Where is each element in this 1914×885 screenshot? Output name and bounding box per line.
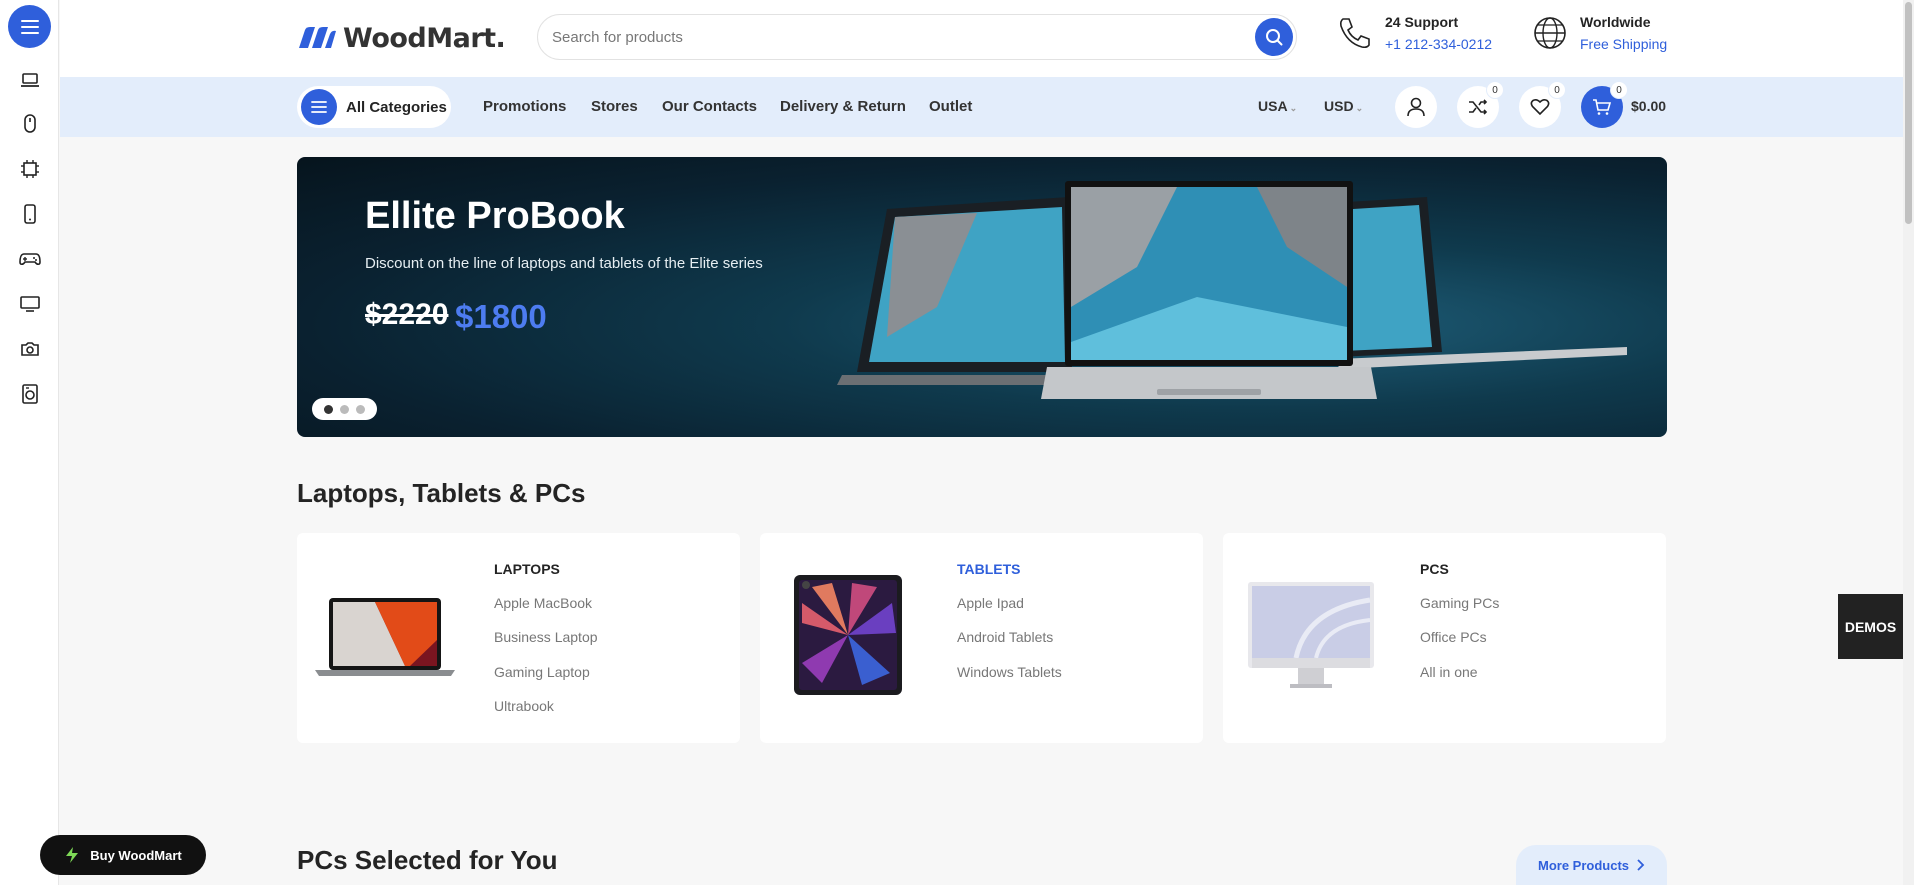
heart-icon bbox=[1530, 98, 1550, 116]
nav-link-delivery[interactable]: Delivery & Return bbox=[780, 98, 906, 115]
chevron-down-icon: ⌄ bbox=[1289, 103, 1298, 113]
shipping-title: Worldwide bbox=[1580, 14, 1651, 30]
nav-link-contacts[interactable]: Our Contacts bbox=[662, 98, 757, 115]
logo-text: WoodMart. bbox=[343, 22, 506, 54]
mouse-icon[interactable] bbox=[19, 113, 41, 135]
card-link[interactable]: Apple Ipad bbox=[957, 595, 1024, 611]
logo[interactable]: WoodMart. bbox=[297, 20, 506, 56]
card-title[interactable]: LAPTOPS bbox=[494, 561, 560, 577]
category-card-tablets[interactable]: TABLETS Apple Ipad Android Tablets Windo… bbox=[760, 533, 1203, 743]
user-icon bbox=[1407, 97, 1425, 117]
hero-banner[interactable]: Ellite ProBook Discount on the line of l… bbox=[297, 157, 1667, 437]
currency-value: USD bbox=[1324, 98, 1354, 114]
card-title[interactable]: TABLETS bbox=[957, 561, 1021, 577]
demos-button[interactable]: DEMOS bbox=[1838, 594, 1903, 659]
scrollbar[interactable] bbox=[1903, 0, 1914, 885]
chevron-down-icon: ⌄ bbox=[1355, 103, 1364, 113]
menu-icon[interactable] bbox=[8, 5, 51, 48]
hero-old-price: $2220 bbox=[365, 298, 449, 331]
search-input[interactable] bbox=[552, 15, 1202, 59]
card-link[interactable]: Business Laptop bbox=[494, 629, 598, 645]
washer-icon[interactable] bbox=[19, 383, 41, 405]
slider-dot[interactable] bbox=[324, 404, 333, 414]
country-value: USA bbox=[1258, 98, 1288, 114]
scrollbar-thumb[interactable] bbox=[1905, 2, 1912, 224]
more-products-label: More Products bbox=[1537, 857, 1629, 873]
shipping-info[interactable]: Worldwide Free Shipping bbox=[1532, 14, 1667, 52]
all-categories-button[interactable]: All Categories bbox=[297, 86, 451, 128]
category-card-laptops[interactable]: LAPTOPS Apple MacBook Business Laptop Ga… bbox=[297, 533, 740, 743]
card-link[interactable]: Windows Tablets bbox=[957, 664, 1062, 680]
menu-icon bbox=[301, 89, 337, 125]
card-link[interactable]: Gaming PCs bbox=[1420, 595, 1499, 611]
slider-pagination bbox=[312, 398, 377, 420]
gamepad-icon[interactable] bbox=[19, 248, 41, 270]
card-link[interactable]: Apple MacBook bbox=[494, 595, 592, 611]
search-icon bbox=[1266, 29, 1283, 46]
shuffle-icon bbox=[1469, 99, 1488, 115]
compare-count: 0 bbox=[1487, 82, 1503, 98]
phone-icon[interactable] bbox=[19, 203, 41, 225]
card-title[interactable]: PCS bbox=[1420, 561, 1449, 577]
cart-count: 0 bbox=[1611, 82, 1627, 98]
shipping-sub[interactable]: Free Shipping bbox=[1580, 36, 1667, 52]
wishlist-count: 0 bbox=[1549, 82, 1565, 98]
wishlist-button[interactable]: 0 bbox=[1519, 82, 1565, 128]
laptop-icon[interactable] bbox=[19, 69, 41, 91]
country-select[interactable]: USA ⌄ bbox=[1258, 98, 1297, 114]
logo-mark-icon bbox=[299, 27, 336, 48]
buy-woodmart-button[interactable]: Buy WoodMart bbox=[40, 835, 206, 875]
hero-title: Ellite ProBook bbox=[365, 195, 625, 237]
support-phone[interactable]: +1 212-334-0212 bbox=[1385, 36, 1492, 52]
cart-icon bbox=[1593, 99, 1612, 115]
bolt-icon bbox=[66, 847, 79, 863]
buy-woodmart-label: Buy WoodMart bbox=[90, 847, 182, 863]
chevron-right-icon bbox=[1637, 859, 1645, 871]
card-link[interactable]: Gaming Laptop bbox=[494, 664, 590, 680]
all-categories-label: All Categories bbox=[346, 98, 447, 116]
tablet-image bbox=[778, 565, 918, 705]
card-link[interactable]: Android Tablets bbox=[957, 629, 1053, 645]
desktop-pc-image bbox=[1241, 565, 1381, 705]
currency-select[interactable]: USD ⌄ bbox=[1324, 98, 1363, 114]
hero-new-price: $1800 bbox=[455, 298, 547, 335]
card-link[interactable]: Office PCs bbox=[1420, 629, 1487, 645]
card-link[interactable]: All in one bbox=[1420, 664, 1478, 680]
more-products-button[interactable]: More Products bbox=[1516, 845, 1667, 885]
selected-section-title: PCs Selected for You bbox=[297, 845, 558, 875]
camera-icon[interactable] bbox=[19, 338, 41, 360]
phone-support-icon bbox=[1339, 18, 1370, 49]
category-card-pcs[interactable]: PCS Gaming PCs Office PCs All in one bbox=[1223, 533, 1666, 743]
cpu-icon[interactable] bbox=[19, 158, 41, 180]
nav-link-promotions[interactable]: Promotions bbox=[483, 98, 566, 115]
category-rail bbox=[0, 0, 59, 885]
card-link[interactable]: Ultrabook bbox=[494, 698, 554, 714]
laptop-image bbox=[315, 565, 455, 705]
search-bar bbox=[537, 14, 1297, 60]
support-title: 24 Support bbox=[1385, 14, 1459, 30]
search-button[interactable] bbox=[1255, 18, 1293, 56]
monitor-icon[interactable] bbox=[19, 293, 41, 315]
support-info[interactable]: 24 Support +1 212-334-0212 bbox=[1337, 14, 1492, 52]
globe-icon bbox=[1534, 17, 1566, 49]
cart-total[interactable]: $0.00 bbox=[1631, 98, 1666, 114]
slider-dot[interactable] bbox=[340, 404, 349, 414]
categories-section-title: Laptops, Tablets & PCs bbox=[297, 478, 586, 508]
hero-subtitle: Discount on the line of laptops and tabl… bbox=[365, 255, 763, 272]
cart-button[interactable]: 0 bbox=[1581, 82, 1627, 128]
nav-link-stores[interactable]: Stores bbox=[591, 98, 638, 115]
account-button[interactable] bbox=[1395, 86, 1437, 128]
nav-link-outlet[interactable]: Outlet bbox=[929, 98, 972, 115]
compare-button[interactable]: 0 bbox=[1457, 82, 1503, 128]
slider-dot[interactable] bbox=[356, 404, 365, 414]
